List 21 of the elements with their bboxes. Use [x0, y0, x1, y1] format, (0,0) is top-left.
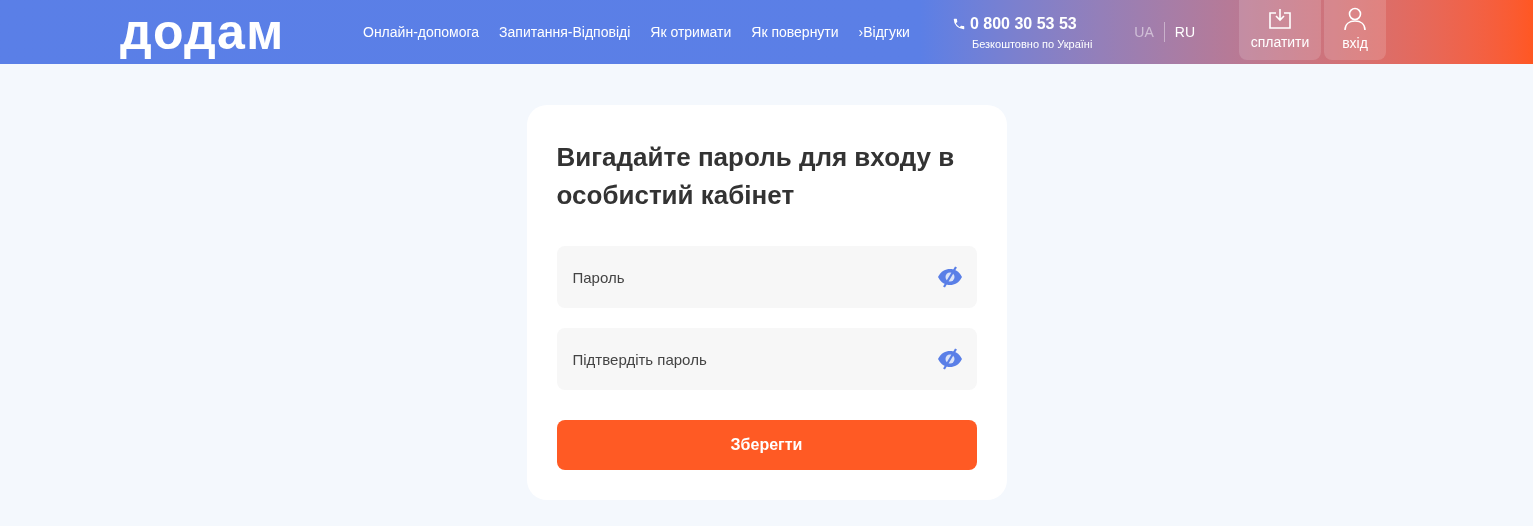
- phone-note: Безкоштовно по Україні: [971, 36, 1093, 52]
- phone-icon: [951, 16, 966, 31]
- logo[interactable]: додам: [120, 7, 320, 57]
- nav-link[interactable]: Як повернути: [751, 21, 839, 43]
- nav-link[interactable]: ›Відгуки: [858, 21, 910, 43]
- password-field[interactable]: Пароль: [556, 246, 977, 308]
- nav-link[interactable]: Онлайн-допомога: [363, 21, 480, 43]
- save-button[interactable]: Зберегти: [556, 420, 977, 470]
- eye-slash-icon[interactable]: [936, 347, 963, 371]
- download-tray-icon: [1268, 7, 1292, 30]
- login-button[interactable]: вхід: [1324, 0, 1386, 60]
- form-title: Вигадайте пароль для входу в особистий кабінет: [556, 141, 956, 212]
- phone-number[interactable]: 0 800 30 53 53: [969, 11, 1077, 36]
- pay-button[interactable]: сплатити: [1239, 0, 1321, 60]
- user-icon: [1344, 6, 1366, 31]
- password-field[interactable]: Підтвердіть пароль: [556, 328, 977, 390]
- eye-slash-icon[interactable]: [936, 265, 963, 289]
- language-link[interactable]: RU: [1174, 21, 1195, 43]
- nav-link[interactable]: Як отримати: [650, 21, 732, 43]
- nav-link[interactable]: Запитання-Відповіді: [499, 21, 631, 43]
- language-link[interactable]: UA: [1134, 21, 1154, 43]
